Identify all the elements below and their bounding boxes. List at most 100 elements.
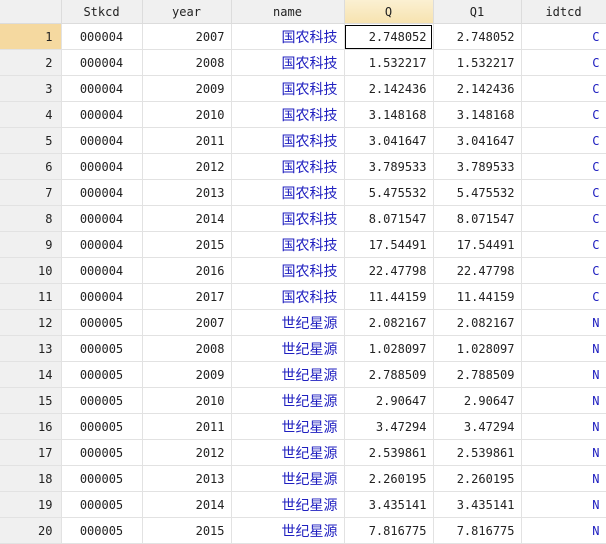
table-row[interactable]: 16 000005 2011 世纪星源 3.47294 3.47294 N: [0, 413, 606, 440]
cell-q1[interactable]: 3.148168: [433, 101, 522, 128]
cell-name[interactable]: 世纪星源: [231, 465, 345, 492]
column-header-idtcd[interactable]: idtcd: [521, 0, 606, 24]
cell-year[interactable]: 2016: [142, 257, 232, 284]
cell-year[interactable]: 2007: [142, 309, 232, 336]
cell-q1[interactable]: 3.789533: [433, 153, 522, 180]
cell-name[interactable]: 国农科技: [231, 179, 345, 206]
cell-q1[interactable]: 7.816775: [433, 517, 522, 544]
table-row[interactable]: 6 000004 2012 国农科技 3.789533 3.789533 C: [0, 153, 606, 180]
cell-name[interactable]: 世纪星源: [231, 413, 345, 440]
row-number[interactable]: 3: [0, 75, 62, 102]
cell-q[interactable]: 3.435141: [344, 491, 434, 518]
cell-stkcd[interactable]: 000004: [61, 127, 143, 154]
row-number[interactable]: 17: [0, 439, 62, 466]
cell-q[interactable]: 2.788509: [344, 361, 434, 388]
cell-q[interactable]: 3.148168: [344, 101, 434, 128]
cell-q1[interactable]: 2.539861: [433, 439, 522, 466]
cell-name[interactable]: 国农科技: [231, 205, 345, 232]
row-number[interactable]: 9: [0, 231, 62, 258]
cell-year[interactable]: 2010: [142, 387, 232, 414]
cell-q1[interactable]: 2.260195: [433, 465, 522, 492]
column-header-q[interactable]: Q: [344, 0, 434, 24]
table-row[interactable]: 17 000005 2012 世纪星源 2.539861 2.539861 N: [0, 439, 606, 466]
cell-stkcd[interactable]: 000004: [61, 179, 143, 206]
row-number[interactable]: 1: [0, 23, 62, 50]
cell-q1[interactable]: 11.44159: [433, 283, 522, 310]
row-number[interactable]: 19: [0, 491, 62, 518]
cell-q[interactable]: 2.539861: [344, 439, 434, 466]
cell-name[interactable]: 世纪星源: [231, 517, 345, 544]
table-row[interactable]: 20 000005 2015 世纪星源 7.816775 7.816775 N: [0, 517, 606, 544]
cell-q1[interactable]: 5.475532: [433, 179, 522, 206]
cell-year[interactable]: 2013: [142, 465, 232, 492]
cell-name[interactable]: 世纪星源: [231, 309, 345, 336]
table-row[interactable]: 15 000005 2010 世纪星源 2.90647 2.90647 N: [0, 387, 606, 414]
row-number[interactable]: 14: [0, 361, 62, 388]
table-row[interactable]: 19 000005 2014 世纪星源 3.435141 3.435141 N: [0, 491, 606, 518]
table-row[interactable]: 18 000005 2013 世纪星源 2.260195 2.260195 N: [0, 465, 606, 492]
cell-q[interactable]: 17.54491: [344, 231, 434, 258]
cell-q[interactable]: 3.789533: [344, 153, 434, 180]
cell-idtcd[interactable]: C: [521, 257, 606, 284]
cell-q1[interactable]: 3.47294: [433, 413, 522, 440]
cell-idtcd[interactable]: C: [521, 283, 606, 310]
cell-name[interactable]: 国农科技: [231, 101, 345, 128]
cell-q[interactable]: 1.532217: [344, 49, 434, 76]
cell-q1[interactable]: 3.041647: [433, 127, 522, 154]
cell-q1[interactable]: 2.748052: [433, 23, 522, 50]
cell-q1[interactable]: 22.47798: [433, 257, 522, 284]
row-number[interactable]: 16: [0, 413, 62, 440]
cell-idtcd[interactable]: N: [521, 387, 606, 414]
cell-idtcd[interactable]: N: [521, 335, 606, 362]
cell-idtcd[interactable]: C: [521, 49, 606, 76]
cell-idtcd[interactable]: N: [521, 517, 606, 544]
cell-idtcd[interactable]: N: [521, 413, 606, 440]
data-browser-grid[interactable]: Stkcd year name Q Q1 idtcd 1 000004 2007 国农科技 2.7…: [0, 0, 606, 544]
row-number[interactable]: 6: [0, 153, 62, 180]
cell-idtcd[interactable]: N: [521, 361, 606, 388]
row-number-header[interactable]: [0, 0, 62, 24]
cell-stkcd[interactable]: 000005: [61, 517, 143, 544]
cell-q1[interactable]: 2.082167: [433, 309, 522, 336]
cell-year[interactable]: 2011: [142, 127, 232, 154]
cell-name[interactable]: 国农科技: [231, 75, 345, 102]
cell-q1[interactable]: 2.142436: [433, 75, 522, 102]
column-header-name[interactable]: name: [231, 0, 345, 24]
cell-year[interactable]: 2014: [142, 491, 232, 518]
cell-q1[interactable]: 1.532217: [433, 49, 522, 76]
row-number[interactable]: 11: [0, 283, 62, 310]
cell-idtcd[interactable]: C: [521, 205, 606, 232]
cell-year[interactable]: 2013: [142, 179, 232, 206]
cell-year[interactable]: 2012: [142, 439, 232, 466]
cell-stkcd[interactable]: 000004: [61, 205, 143, 232]
cell-idtcd[interactable]: N: [521, 439, 606, 466]
cell-name[interactable]: 国农科技: [231, 23, 345, 50]
cell-q[interactable]: 7.816775: [344, 517, 434, 544]
row-number[interactable]: 7: [0, 179, 62, 206]
table-row[interactable]: 2 000004 2008 国农科技 1.532217 1.532217 C: [0, 49, 606, 76]
cell-q[interactable]: 1.028097: [344, 335, 434, 362]
cell-name[interactable]: 国农科技: [231, 127, 345, 154]
cell-q[interactable]: 22.47798: [344, 257, 434, 284]
cell-q1[interactable]: 3.435141: [433, 491, 522, 518]
cell-idtcd[interactable]: C: [521, 23, 606, 50]
cell-q1[interactable]: 17.54491: [433, 231, 522, 258]
cell-q[interactable]: 2.90647: [344, 387, 434, 414]
cell-idtcd[interactable]: C: [521, 101, 606, 128]
table-row[interactable]: 11 000004 2017 国农科技 11.44159 11.44159 C: [0, 283, 606, 310]
cell-stkcd[interactable]: 000005: [61, 309, 143, 336]
cell-stkcd[interactable]: 000004: [61, 153, 143, 180]
cell-q[interactable]: 2.082167: [344, 309, 434, 336]
row-number[interactable]: 12: [0, 309, 62, 336]
table-row[interactable]: 4 000004 2010 国农科技 3.148168 3.148168 C: [0, 101, 606, 128]
cell-year[interactable]: 2011: [142, 413, 232, 440]
table-row[interactable]: 12 000005 2007 世纪星源 2.082167 2.082167 N: [0, 309, 606, 336]
table-row[interactable]: 1 000004 2007 国农科技 2.748052 2.748052 C: [0, 23, 606, 50]
column-header-year[interactable]: year: [142, 0, 232, 24]
cell-q[interactable]: 11.44159: [344, 283, 434, 310]
table-row[interactable]: 3 000004 2009 国农科技 2.142436 2.142436 C: [0, 75, 606, 102]
cell-year[interactable]: 2010: [142, 101, 232, 128]
cell-q[interactable]: 5.475532: [344, 179, 434, 206]
cell-year[interactable]: 2014: [142, 205, 232, 232]
row-number[interactable]: 4: [0, 101, 62, 128]
